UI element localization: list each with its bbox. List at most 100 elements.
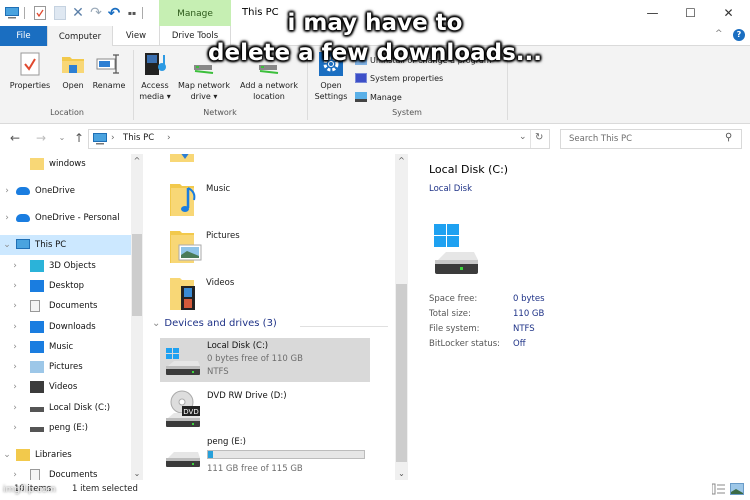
folder-icon — [30, 158, 44, 170]
undo-icon[interactable]: ↶ — [106, 4, 122, 22]
properties-button[interactable]: Properties — [6, 50, 54, 91]
properties-label: Properties — [9, 81, 51, 90]
scroll-down-icon[interactable]: ⌄ — [131, 469, 143, 478]
tab-view[interactable]: View — [113, 26, 159, 46]
search-icon[interactable]: ⚲ — [725, 132, 732, 143]
drive-peng-e[interactable]: peng (E:) 111 GB free of 115 GB — [160, 434, 370, 478]
open-button[interactable]: Open — [58, 50, 88, 91]
chevron-right-icon[interactable]: › — [10, 322, 20, 332]
nav-pane-scrollbar[interactable]: ^ ⌄ — [131, 154, 143, 480]
up-button[interactable]: ↑ — [72, 131, 86, 145]
tab-drive-tools[interactable]: Drive Tools — [159, 26, 231, 46]
nav-item[interactable]: › Documents — [0, 296, 131, 316]
nav-item[interactable]: › Documents — [0, 465, 131, 480]
details-view-button[interactable] — [711, 483, 726, 498]
drive-local-disk-c[interactable]: Local Disk (C:) 0 bytes free of 110 GB N… — [160, 338, 370, 382]
search-input[interactable]: Search This PC ⚲ — [560, 129, 742, 149]
scroll-down-icon[interactable]: ⌄ — [395, 469, 408, 478]
uninstall-program-button[interactable]: Uninstall or change a program — [355, 55, 492, 65]
chevron-right-icon[interactable]: › — [10, 281, 20, 291]
new-folder-icon[interactable] — [52, 5, 68, 21]
chevron-right-icon[interactable]: › — [10, 403, 20, 413]
access-media-button[interactable]: Access media ▾ — [137, 50, 173, 102]
chevron-down-icon[interactable]: ⌄ — [2, 240, 12, 250]
content-pane: Music Pictures Videos ⌄ Devices and driv… — [150, 154, 395, 480]
scroll-up-icon[interactable]: ^ — [395, 156, 408, 165]
help-icon[interactable]: ? — [733, 29, 745, 41]
nav-item[interactable]: › Music — [0, 337, 131, 357]
chevron-right-icon[interactable]: › — [10, 423, 20, 433]
folder-videos[interactable]: Videos — [166, 276, 376, 320]
breadcrumb-separator[interactable]: › — [167, 133, 171, 143]
details-key: File system: — [429, 324, 480, 334]
forward-button[interactable]: → — [34, 131, 48, 145]
settings-icon — [318, 50, 344, 78]
nav-item[interactable]: ⌄ This PC — [0, 235, 131, 255]
tab-computer[interactable]: Computer — [47, 26, 113, 47]
drive-name: DVD RW Drive (D:) — [207, 391, 287, 401]
devices-and-drives-header[interactable]: ⌄ Devices and drives (3) — [152, 318, 277, 329]
nav-item[interactable]: ⌄ Libraries — [0, 445, 131, 465]
nav-item-label: Videos — [49, 382, 78, 392]
map-network-drive-button[interactable]: Map network drive ▾ — [175, 50, 233, 102]
chevron-right-icon[interactable]: › — [10, 261, 20, 271]
this-pc-icon — [93, 133, 107, 148]
chevron-right-icon[interactable]: › — [10, 362, 20, 372]
chevron-down-icon[interactable]: ⌄ — [2, 450, 12, 460]
back-button[interactable]: ← — [8, 131, 22, 145]
address-dropdown-icon[interactable]: ⌄ — [519, 132, 527, 142]
chevron-right-icon[interactable]: › — [2, 213, 12, 223]
drive-dvd-d[interactable]: DVD DVD RW Drive (D:) — [160, 388, 370, 432]
pictures-folder-icon — [170, 231, 202, 263]
refresh-icon[interactable]: ↻ — [535, 132, 543, 143]
breadcrumb-this-pc[interactable]: This PC — [123, 133, 154, 143]
nav-item[interactable]: › Videos — [0, 377, 131, 397]
music-icon — [30, 341, 44, 353]
rename-button[interactable]: Rename — [92, 50, 126, 91]
nav-item[interactable]: › 3D Objects — [0, 256, 131, 276]
content-scrollbar[interactable]: ^ ⌄ — [395, 154, 408, 480]
customize-icon[interactable]: ▪▪ — [124, 5, 140, 21]
delete-icon[interactable]: ✕ — [70, 5, 86, 21]
chevron-right-icon[interactable]: › — [10, 301, 20, 311]
nav-item[interactable]: windows — [0, 154, 131, 174]
chevron-right-icon[interactable]: › — [10, 342, 20, 352]
nav-item[interactable]: › Downloads — [0, 317, 131, 337]
network-group-label: Network — [203, 108, 237, 117]
redo-icon[interactable]: ↷ — [88, 5, 104, 21]
address-bar[interactable]: › This PC › ⌄ ↻ — [88, 129, 550, 149]
recent-locations-button[interactable]: ⌄ — [55, 133, 69, 142]
add-network-location-button[interactable]: Add a network location — [236, 50, 302, 102]
folder-music[interactable]: Music — [166, 182, 376, 226]
chevron-right-icon[interactable]: › — [10, 470, 20, 480]
manage-context-tab[interactable]: Manage — [159, 0, 231, 27]
computer-icon[interactable] — [4, 5, 20, 21]
nav-item[interactable]: › OneDrive - Personal — [0, 208, 131, 228]
nav-item[interactable]: › OneDrive — [0, 181, 131, 201]
chevron-right-icon[interactable]: › — [10, 382, 20, 392]
pictures-icon — [30, 361, 44, 373]
large-icons-view-button[interactable] — [730, 483, 744, 498]
folder-pictures[interactable]: Pictures — [166, 229, 376, 273]
content-scroll-thumb[interactable] — [396, 284, 407, 462]
details-title: Local Disk (C:) — [429, 163, 509, 176]
close-button[interactable]: ✕ — [706, 0, 750, 26]
chevron-right-icon[interactable]: › — [2, 186, 12, 196]
open-settings-button[interactable]: Open Settings — [311, 50, 351, 102]
nav-item[interactable]: › Local Disk (C:) — [0, 398, 131, 418]
nav-item[interactable]: › Pictures — [0, 357, 131, 377]
group-separator — [507, 50, 508, 120]
tab-file[interactable]: File — [0, 26, 47, 46]
nav-item[interactable]: › Desktop — [0, 276, 131, 296]
properties-icon[interactable] — [32, 5, 48, 21]
manage-button[interactable]: Manage — [355, 92, 402, 102]
nav-item[interactable]: › peng (E:) — [0, 418, 131, 438]
cloud-icon — [16, 187, 30, 195]
collapse-ribbon-icon[interactable]: ^ — [715, 29, 723, 39]
details-value: NTFS — [513, 324, 535, 334]
nav-item-label: Libraries — [35, 450, 72, 460]
manage-label: Manage — [370, 92, 402, 102]
scroll-up-icon[interactable]: ^ — [131, 156, 143, 165]
system-properties-button[interactable]: System properties — [355, 73, 443, 83]
nav-pane-scroll-thumb[interactable] — [132, 234, 142, 316]
